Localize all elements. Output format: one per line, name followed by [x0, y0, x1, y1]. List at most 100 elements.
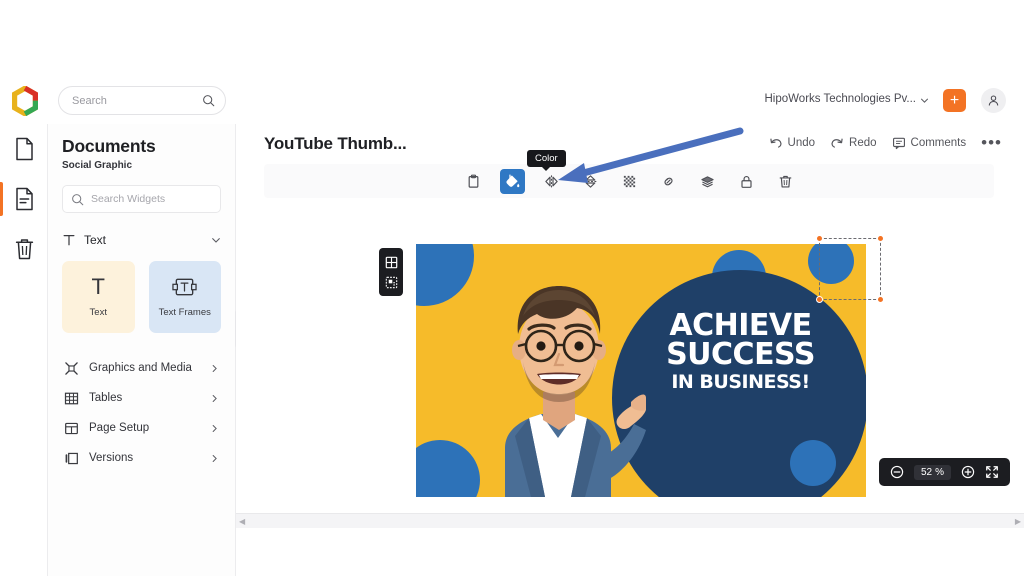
toolbar-color-button[interactable]	[499, 168, 525, 194]
redo-arrow-icon	[831, 138, 843, 148]
undo-label: Undo	[787, 137, 816, 149]
toolbar-lock-button[interactable]	[734, 169, 759, 194]
app-logo-icon	[12, 86, 38, 116]
chevron-down-icon[interactable]	[211, 235, 221, 245]
app-logo[interactable]	[10, 86, 40, 116]
menu-item-page-setup[interactable]: Page Setup	[62, 413, 221, 443]
toolbar-layers-button[interactable]	[695, 169, 720, 194]
user-avatar-icon	[988, 95, 999, 106]
headline-line-3: IN BUSINESS!	[671, 371, 810, 393]
canvas-area[interactable]: ACHIEVE SUCCESS IN BUSINESS! 52 % ◀ ▶	[236, 208, 1024, 528]
redo-label: Redo	[849, 137, 877, 149]
comment-bubble-icon	[892, 137, 905, 150]
toolbar-flip-vertical-button[interactable]	[578, 169, 603, 194]
zoom-in-icon[interactable]	[961, 465, 975, 479]
selection-handle-tl[interactable]	[816, 235, 823, 242]
rail-item-document[interactable]	[0, 174, 48, 224]
person-photo	[471, 262, 647, 497]
global-search[interactable]: Search	[58, 86, 226, 115]
document-lines-icon	[15, 187, 33, 211]
versions-icon	[65, 452, 78, 464]
table-grid-icon	[64, 392, 79, 404]
toolbar-flip-horizontal-button[interactable]	[539, 169, 564, 194]
scroll-left-arrow[interactable]: ◀	[239, 517, 245, 526]
comments-button[interactable]: Comments	[892, 136, 967, 150]
widget-card-text-label: Text	[89, 307, 107, 318]
blank-page-icon	[15, 137, 33, 161]
grid-layout-icon	[385, 256, 397, 268]
flip-vertical-icon	[583, 174, 597, 188]
widget-cards: T Text Text Frames	[62, 261, 221, 333]
scroll-right-arrow[interactable]: ▶	[1015, 517, 1021, 526]
toolbar-transparency-button[interactable]	[617, 169, 642, 194]
zoom-value: 52	[920, 466, 933, 478]
toolbar-link-button[interactable]	[656, 169, 681, 194]
widget-card-text-frames-label: Text Frames	[158, 307, 211, 318]
zoom-controls: 52 %	[878, 458, 1010, 486]
smiling-man-pointing-image	[505, 286, 647, 497]
artboard[interactable]: ACHIEVE SUCCESS IN BUSINESS!	[416, 244, 866, 497]
undo-button[interactable]: Undo	[769, 136, 816, 150]
zoom-unit: %	[935, 466, 944, 478]
transparency-grid-icon	[623, 175, 635, 187]
lock-icon	[740, 175, 752, 188]
headline-line-2: SUCCESS	[666, 336, 815, 372]
toolbar-delete-button[interactable]	[773, 169, 798, 194]
widgets-panel: Documents Social Graphic Search Widgets …	[48, 124, 236, 576]
menu-label: Graphics and Media	[89, 362, 192, 374]
text-T-icon: T	[91, 274, 105, 299]
toolbar-clipboard-button[interactable]	[461, 169, 486, 194]
search-icon	[72, 193, 84, 205]
chevron-down-icon[interactable]	[920, 96, 929, 105]
search-widgets-input[interactable]: Search Widgets	[62, 185, 221, 213]
selection-handle-br[interactable]	[877, 296, 884, 303]
chevron-right-icon	[212, 394, 217, 402]
trash-icon	[15, 239, 33, 260]
menu-label: Page Setup	[89, 422, 150, 434]
icon-rail	[0, 124, 48, 576]
decor-circle-bottomright	[790, 440, 836, 486]
crop-frame-icon	[385, 276, 397, 288]
comments-label: Comments	[910, 137, 967, 149]
app-root: Search HipoWorks Technologies Pv... + Do…	[0, 0, 1024, 576]
org-selector-label[interactable]: HipoWorks Technologies Pv...	[765, 93, 917, 105]
zoom-out-icon[interactable]	[890, 465, 904, 479]
redo-button[interactable]: Redo	[830, 136, 877, 150]
document-title[interactable]: YouTube Thumb...	[264, 134, 407, 154]
horizontal-scrollbar[interactable]: ◀ ▶	[236, 513, 1024, 528]
graphics-media-icon	[65, 361, 78, 375]
menu-label: Versions	[89, 452, 134, 464]
more-options-button[interactable]: •••	[981, 134, 1002, 151]
selection-bounding-box[interactable]	[816, 235, 884, 303]
chevron-right-icon	[212, 364, 217, 372]
rail-item-new-page[interactable]	[0, 124, 48, 174]
link-chain-icon	[663, 177, 673, 185]
undo-arrow-icon	[769, 138, 782, 148]
avatar[interactable]	[981, 88, 1006, 113]
menu-item-tables[interactable]: Tables	[62, 383, 221, 413]
paint-bucket-icon	[505, 174, 519, 187]
page-title: Documents	[62, 136, 156, 156]
text-T-icon	[63, 235, 75, 246]
selection-handle-tr[interactable]	[877, 235, 884, 242]
zoom-value-field[interactable]: 52 %	[913, 464, 951, 480]
clipboard-icon	[468, 174, 478, 188]
canvas-grid-widget[interactable]	[379, 248, 403, 296]
text-frame-icon	[172, 278, 197, 296]
global-search-input[interactable]: Search	[72, 95, 202, 107]
flip-horizontal-icon	[544, 174, 558, 188]
widget-card-text[interactable]: T Text	[62, 261, 135, 333]
section-header-text[interactable]: Text	[62, 231, 221, 249]
selection-handle-bl[interactable]	[816, 296, 823, 303]
menu-label: Tables	[89, 392, 123, 404]
fullscreen-fit-icon[interactable]	[985, 465, 999, 479]
trash-icon	[779, 175, 791, 188]
decor-circle-topleft	[416, 244, 474, 306]
widget-card-text-frames[interactable]: Text Frames	[148, 261, 221, 333]
menu-item-graphics-and-media[interactable]: Graphics and Media	[62, 353, 221, 383]
context-toolbar	[264, 164, 994, 198]
headline-text-block[interactable]: ACHIEVE SUCCESS IN BUSINESS!	[638, 311, 843, 393]
rail-item-trash[interactable]	[0, 224, 48, 274]
add-new-button[interactable]: +	[943, 89, 966, 112]
menu-item-versions[interactable]: Versions	[62, 443, 221, 473]
